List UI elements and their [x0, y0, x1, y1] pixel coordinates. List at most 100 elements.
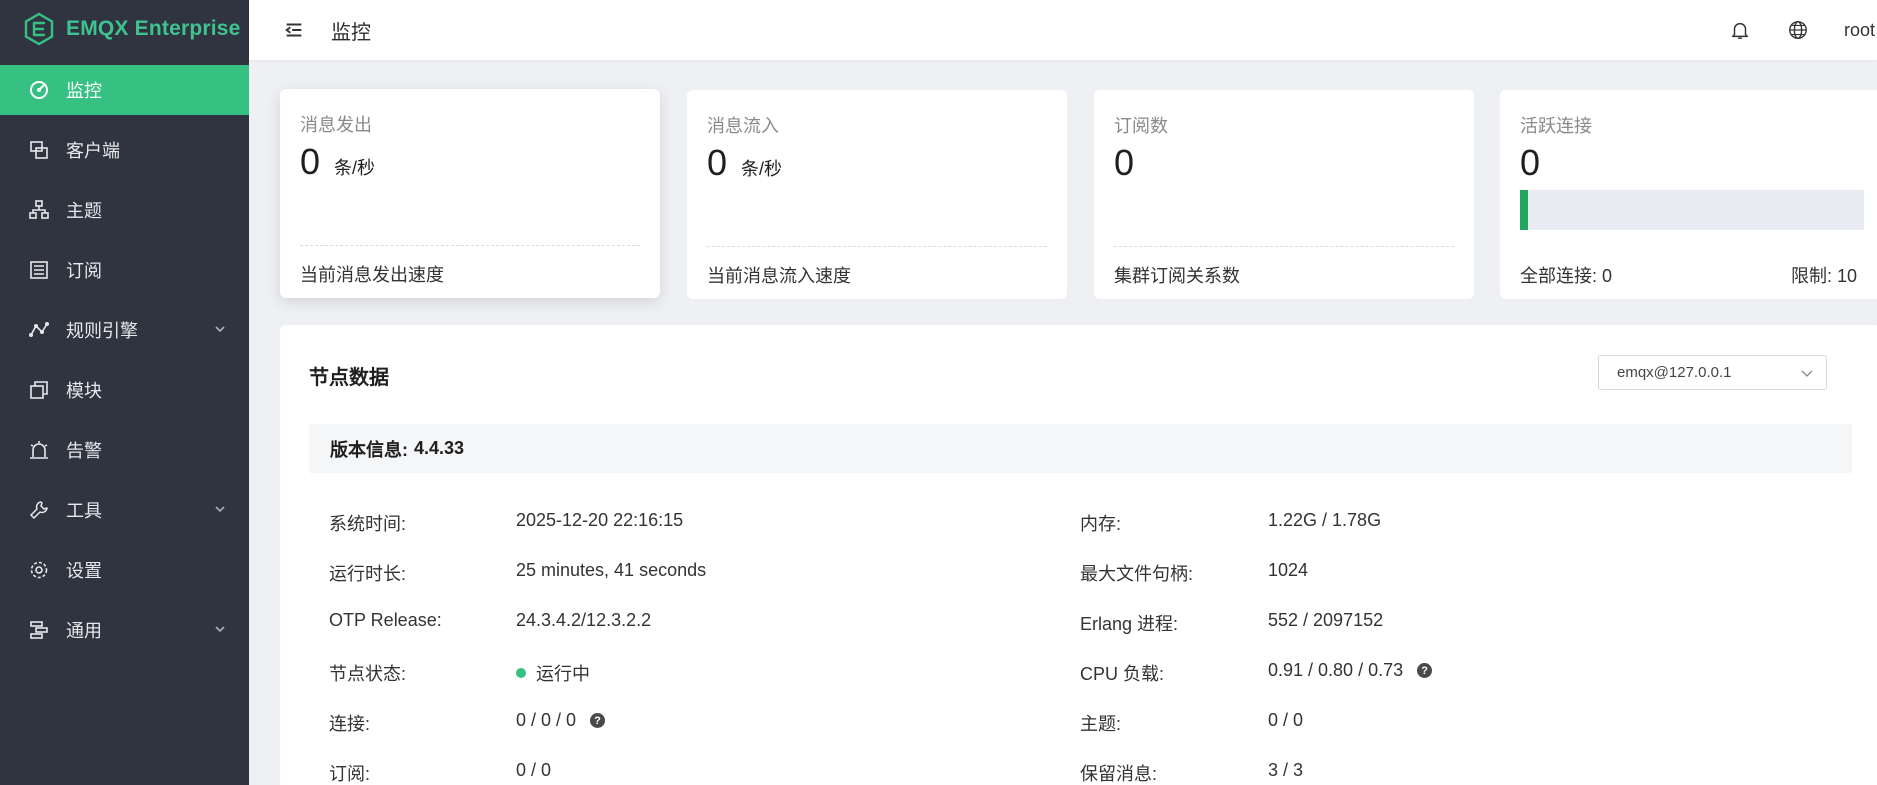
- info-value: 1.22G / 1.78G: [1268, 510, 1382, 530]
- emqx-logo-icon: [24, 12, 54, 46]
- sidebar-item-label: 告警: [66, 441, 102, 461]
- sidebar-item-monitor[interactable]: 监控: [0, 65, 249, 115]
- info-row-memory: 内存: 1.22G / 1.78G: [1080, 505, 1780, 535]
- sidebar-item-label: 模块: [66, 381, 102, 401]
- card-footer: 当前消息发出速度: [300, 261, 640, 287]
- node-status-text: 运行中: [536, 664, 590, 684]
- info-label: 最大文件句柄:: [1080, 564, 1194, 584]
- help-icon[interactable]: ?: [590, 713, 606, 728]
- info-value: 0.91 / 0.80 / 0.73 ?: [1268, 660, 1433, 681]
- info-label: CPU 负载:: [1080, 664, 1165, 684]
- panel-title: 节点数据: [309, 367, 389, 389]
- info-row-max-fds: 最大文件句柄: 1024: [1080, 555, 1780, 585]
- info-label: 内存:: [1080, 514, 1122, 534]
- node-select[interactable]: emqx@127.0.0.1: [1598, 355, 1827, 390]
- info-row-cpu-load: CPU 负载: 0.91 / 0.80 / 0.73 ?: [1080, 655, 1780, 685]
- card-value: 0: [1114, 142, 1135, 183]
- info-row-topics: 主题: 0 / 0: [1080, 705, 1780, 735]
- sidebar-item-modules[interactable]: 模块: [0, 365, 249, 415]
- rule-engine-icon: [28, 319, 50, 341]
- card-unit: 条/秒: [334, 158, 376, 178]
- info-value: 0 / 0: [516, 760, 552, 780]
- connections-progress-fill: [1520, 190, 1528, 230]
- card-divider: [1114, 246, 1454, 247]
- info-row-node-status: 节点状态: 运行中: [329, 655, 1029, 685]
- card-title: 消息流入: [707, 116, 779, 136]
- chevron-down-icon: [215, 626, 225, 633]
- sidebar-item-label: 通用: [66, 621, 102, 641]
- card-value-row: 0 条/秒: [300, 141, 640, 187]
- sidebar-item-alarms[interactable]: 告警: [0, 425, 249, 475]
- info-value: 3 / 3: [1268, 760, 1304, 780]
- node-data-panel: 节点数据 emqx@127.0.0.1 版本信息: 4.4.33 系统时间: 2…: [280, 325, 1877, 785]
- version-value: 4.4.33: [414, 438, 465, 458]
- info-row-retained: 保留消息: 3 / 3: [1080, 755, 1780, 785]
- version-bar: 版本信息: 4.4.33: [309, 424, 1852, 473]
- info-label: 连接:: [329, 714, 371, 734]
- menu-collapse-icon[interactable]: [282, 18, 306, 42]
- card-title: 订阅数: [1114, 116, 1168, 136]
- connections-value: 0 / 0 / 0: [516, 710, 577, 730]
- sidebar-item-label: 规则引擎: [66, 321, 138, 341]
- sidebar-item-subscriptions[interactable]: 订阅: [0, 245, 249, 295]
- sidebar-menu: 监控 客户端 主题 订阅 规则引擎 模块 告警 工具 设置 通用: [0, 65, 249, 655]
- dashboard-icon: [28, 79, 50, 101]
- bell-icon[interactable]: [1728, 18, 1752, 42]
- info-value: 552 / 2097152: [1268, 610, 1384, 630]
- info-row-erlang-processes: Erlang 进程: 552 / 2097152: [1080, 605, 1780, 635]
- help-icon[interactable]: ?: [1417, 663, 1433, 678]
- card-messages-sent: 消息发出 0 条/秒 当前消息发出速度: [280, 89, 660, 298]
- modules-icon: [28, 379, 50, 401]
- sidebar-item-label: 设置: [66, 561, 102, 581]
- brand[interactable]: EMQX Enterprise: [0, 0, 249, 58]
- info-row-system-time: 系统时间: 2025-12-20 22:16:15: [329, 505, 1029, 535]
- gear-icon: [28, 559, 50, 581]
- chevron-down-icon: [215, 326, 225, 333]
- sidebar-item-clients[interactable]: 客户端: [0, 125, 249, 175]
- general-icon: [28, 619, 50, 641]
- info-value: 运行中: [516, 660, 590, 686]
- info-label: Erlang 进程:: [1080, 614, 1179, 634]
- info-value: 0 / 0 / 0 ?: [516, 710, 606, 731]
- status-dot: [516, 668, 526, 678]
- card-divider: [300, 245, 640, 246]
- total-connections-label: 全部连接: 0: [1520, 266, 1613, 286]
- card-title: 消息发出: [300, 115, 372, 135]
- card-value: 0: [1520, 142, 1541, 183]
- sidebar: EMQX Enterprise 监控 客户端 主题 订阅 规则引擎 模块 告警 …: [0, 0, 249, 785]
- sidebar-item-tools[interactable]: 工具: [0, 485, 249, 535]
- info-label: 系统时间:: [329, 514, 407, 534]
- info-label: 节点状态:: [329, 664, 407, 684]
- sidebar-item-label: 工具: [66, 501, 102, 521]
- info-label: 运行时长:: [329, 564, 407, 584]
- card-value-row: 0 条/秒: [707, 142, 1047, 188]
- info-value: 0 / 0: [1268, 710, 1304, 730]
- card-value: 0: [707, 142, 728, 183]
- sidebar-item-general[interactable]: 通用: [0, 605, 249, 655]
- sidebar-item-rule-engine[interactable]: 规则引擎: [0, 305, 249, 355]
- card-value: 0: [300, 141, 321, 182]
- sidebar-item-topics[interactable]: 主题: [0, 185, 249, 235]
- sidebar-item-settings[interactable]: 设置: [0, 545, 249, 595]
- sidebar-item-label: 主题: [66, 201, 102, 221]
- card-footer-text: 当前消息流入速度: [707, 266, 851, 286]
- user-menu[interactable]: root: [1844, 20, 1875, 41]
- card-footer: 集群订阅关系数: [1114, 262, 1454, 288]
- cpu-load-value: 0.91 / 0.80 / 0.73: [1268, 660, 1404, 680]
- info-value: 1024: [1268, 560, 1309, 580]
- card-subscriptions: 订阅数 0 集群订阅关系数: [1094, 90, 1474, 299]
- card-unit: 条/秒: [741, 159, 783, 179]
- card-footer-text: 集群订阅关系数: [1114, 266, 1240, 286]
- card-divider: [707, 246, 1047, 247]
- info-label: 保留消息:: [1080, 764, 1158, 784]
- brand-name: EMQX Enterprise: [66, 17, 241, 40]
- card-title: 活跃连接: [1520, 116, 1592, 136]
- info-row-connections: 连接: 0 / 0 / 0 ?: [329, 705, 1029, 735]
- globe-icon[interactable]: [1786, 18, 1810, 42]
- card-value-row: 0: [1520, 142, 1857, 183]
- topics-icon: [28, 199, 50, 221]
- header-actions: root: [1728, 0, 1877, 60]
- info-value: 24.3.4.2/12.3.2.2: [516, 610, 652, 630]
- card-messages-received: 消息流入 0 条/秒 当前消息流入速度: [687, 90, 1067, 299]
- connections-progress-bar: [1520, 190, 1864, 230]
